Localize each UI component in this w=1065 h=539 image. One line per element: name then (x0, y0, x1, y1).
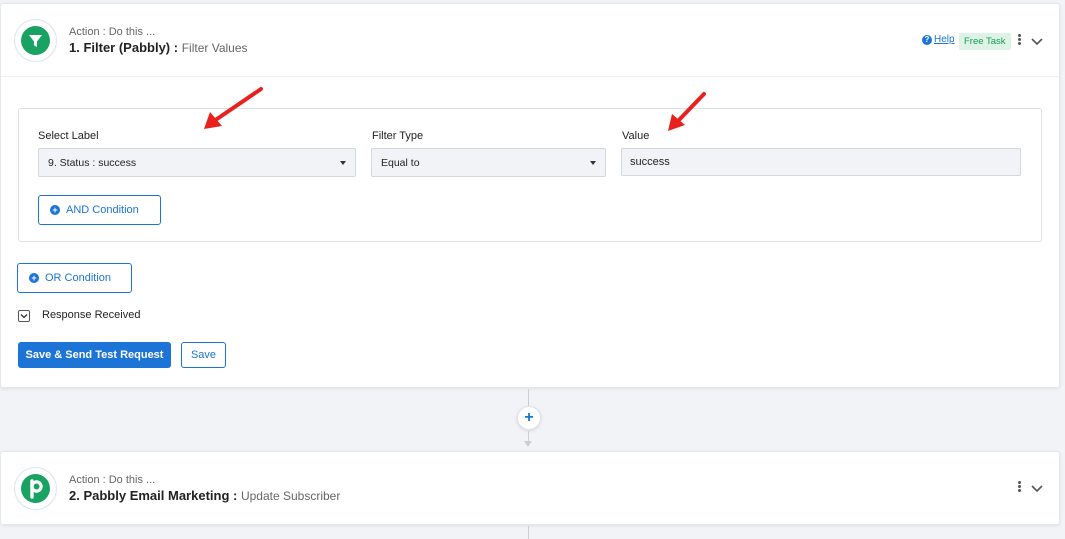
step-card-pabbly-email: Action : Do this ... 2. Pabbly Email Mar… (0, 451, 1060, 525)
step-subtitle: Action : Do this ... (69, 26, 156, 38)
step-logo (14, 19, 57, 62)
and-condition-label: AND Condition (66, 204, 139, 216)
plus-circle-icon: + (29, 273, 39, 283)
filter-type-heading: Filter Type (372, 130, 424, 142)
select-label-value: 9. Status : success (48, 156, 137, 169)
help-icon: ? (922, 34, 932, 45)
filter-condition-group: Select Label 9. Status : success Filter … (18, 108, 1042, 242)
dropdown-caret-icon (590, 161, 596, 165)
response-received-toggle[interactable] (18, 310, 30, 322)
step-title: 2. Pabbly Email Marketing : Update Subsc… (69, 488, 340, 503)
step-header[interactable]: Action : Do this ... 1. Filter (Pabbly) … (1, 4, 1059, 77)
add-step-button[interactable]: + (517, 406, 541, 430)
free-task-badge: Free Task (959, 33, 1011, 50)
step-logo (14, 467, 57, 510)
help-link[interactable]: ? Help (922, 34, 955, 45)
annotation-arrow-icon (204, 87, 263, 129)
select-label-heading: Select Label (38, 130, 99, 142)
step-app-name: 2. Pabbly Email Marketing : (69, 488, 238, 503)
more-options-icon[interactable] (1016, 33, 1022, 49)
select-label-dropdown[interactable]: 9. Status : success (38, 148, 356, 177)
step-card-filter: Action : Do this ... 1. Filter (Pabbly) … (0, 3, 1060, 388)
step-event-name: Update Subscriber (240, 489, 341, 503)
plus-circle-icon: + (50, 205, 60, 215)
chevron-down-icon[interactable] (1030, 35, 1044, 49)
chevron-down-icon[interactable] (1030, 482, 1044, 496)
annotation-arrow-icon (668, 92, 706, 131)
response-received-label: Response Received (42, 309, 141, 321)
dropdown-caret-icon (340, 161, 346, 165)
step-event-name: Filter Values (181, 41, 248, 55)
more-options-icon[interactable] (1016, 480, 1022, 496)
step-connector-line (528, 526, 529, 539)
step-header[interactable]: Action : Do this ... 2. Pabbly Email Mar… (1, 452, 1059, 525)
value-input[interactable]: success (621, 148, 1021, 176)
connector-arrow-icon (524, 441, 532, 447)
step-connector-line (528, 389, 529, 406)
or-condition-button[interactable]: + OR Condition (17, 263, 132, 293)
funnel-icon (29, 35, 42, 47)
value-heading: Value (622, 130, 650, 142)
step-subtitle: Action : Do this ... (69, 474, 156, 486)
filter-type-dropdown[interactable]: Equal to (371, 148, 606, 177)
save-and-send-test-button[interactable]: Save & Send Test Request (18, 342, 171, 368)
and-condition-button[interactable]: + AND Condition (38, 195, 161, 225)
pabbly-p-icon (30, 479, 43, 499)
help-label: Help (934, 34, 955, 45)
or-condition-label: OR Condition (45, 272, 112, 284)
step-title: 1. Filter (Pabbly) : Filter Values (69, 40, 248, 55)
filter-type-value: Equal to (381, 156, 420, 169)
step-app-name: 1. Filter (Pabbly) : (69, 40, 179, 55)
chevron-down-icon (20, 314, 28, 319)
save-button[interactable]: Save (181, 342, 226, 368)
